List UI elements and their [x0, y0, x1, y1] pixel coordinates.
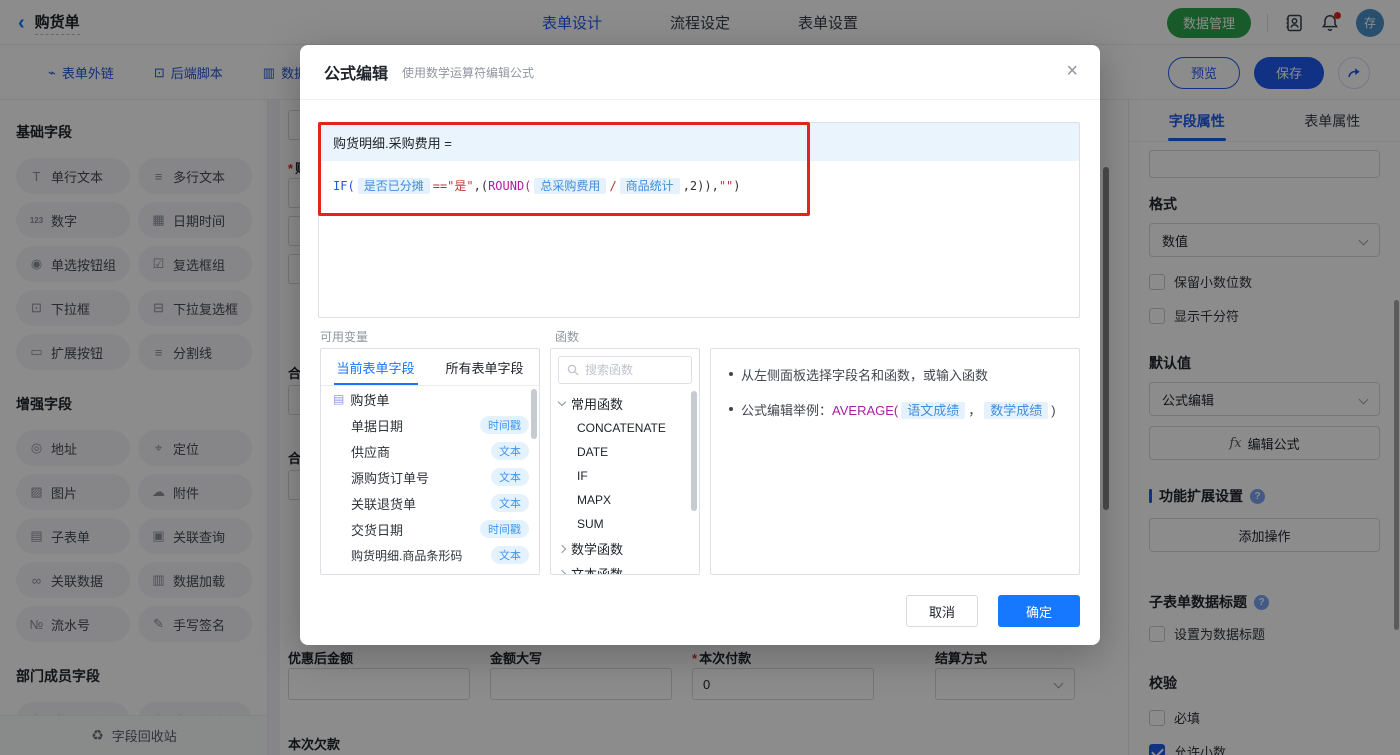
modal-header: 公式编辑 使用数学运算符编辑公式 ×: [300, 45, 1100, 100]
variable-row[interactable]: 源购货订单号 文本: [321, 464, 539, 490]
function-item-if[interactable]: IF: [551, 464, 699, 488]
type-badge: 时间戳: [480, 416, 529, 434]
bullet-icon: [729, 372, 733, 376]
function-group-text[interactable]: 文本函数: [551, 561, 699, 574]
function-keyword: IF(: [333, 179, 355, 193]
example-function: AVERAGE(: [832, 403, 899, 418]
variable-row[interactable]: 购货明细.商品条形码 文本: [321, 542, 539, 568]
type-badge: 时间戳: [480, 520, 529, 538]
function-group-math[interactable]: 数学函数: [551, 536, 699, 561]
punctuation: ,2)),: [682, 179, 719, 193]
string-literal: "是": [447, 179, 474, 193]
field-chip[interactable]: 商品统计: [619, 178, 680, 194]
variable-row[interactable]: 关联退货单 文本: [321, 490, 539, 516]
variable-row[interactable]: 单据日期 时间戳: [321, 412, 539, 438]
functions-zone-label: 函数: [555, 330, 580, 344]
string-literal: "": [718, 179, 734, 193]
variables-tree-root[interactable]: ▤ 购货单: [321, 386, 539, 412]
field-chip[interactable]: 总采购费用: [534, 178, 607, 194]
type-badge: 文本: [491, 494, 529, 512]
type-badge: 文本: [491, 442, 529, 460]
tip-example-line: 公式编辑举例：AVERAGE(语文成绩，数学成绩): [729, 400, 1061, 419]
function-item-mapx[interactable]: MAPX: [551, 488, 699, 512]
modal-title: 公式编辑: [324, 66, 389, 83]
formula-editor[interactable]: 购货明细.采购费用 = IF(是否已分摊 =="是",(ROUND(总采购费用 / 商…: [318, 122, 1080, 318]
formula-target: 购货明细.采购费用 =: [319, 123, 1079, 161]
functions-scrollbar[interactable]: [691, 391, 697, 511]
function-group-common[interactable]: 常用函数: [551, 391, 699, 416]
functions-panel: 常用函数 CONCATENATE DATE IF MAPX SUM 数学函数 文…: [550, 348, 700, 575]
example-field-chip: 数学成绩: [984, 402, 1049, 419]
function-item-sum[interactable]: SUM: [551, 512, 699, 536]
chevron-down-icon: [557, 397, 567, 407]
search-icon: [567, 364, 579, 376]
tip-line: 从左侧面板选择字段名和函数，或输入函数: [729, 365, 1061, 384]
function-item-date[interactable]: DATE: [551, 440, 699, 464]
variables-scrollbar[interactable]: [531, 389, 537, 439]
function-keyword: ROUND(: [488, 179, 532, 193]
close-icon[interactable]: ×: [1066, 61, 1078, 81]
tips-panel: 从左侧面板选择字段名和函数，或输入函数 公式编辑举例：AVERAGE(语文成绩，…: [710, 348, 1080, 575]
operator: ==: [432, 179, 448, 193]
type-badge: 文本: [491, 546, 529, 564]
bullet-icon: [729, 407, 733, 411]
confirm-button[interactable]: 确定: [998, 595, 1080, 627]
cancel-button[interactable]: 取消: [906, 595, 978, 627]
variable-row[interactable]: 供应商 文本: [321, 438, 539, 464]
formula-code[interactable]: IF(是否已分摊 =="是",(ROUND(总采购费用 / 商品统计 ,2)),""): [319, 161, 1079, 210]
punctuation: ,(: [473, 179, 489, 193]
chevron-right-icon: [557, 569, 567, 574]
variables-panel: 当前表单字段 所有表单字段 ▤ 购货单 单据日期 时间戳 供应商 文本 源购货订单号文…: [320, 348, 540, 575]
type-badge: 文本: [491, 468, 529, 486]
example-field-chip: 语文成绩: [901, 402, 966, 419]
variable-row[interactable]: 交货日期 时间戳: [321, 516, 539, 542]
variables-zone-label: 可用变量: [320, 330, 369, 344]
field-chip[interactable]: 是否已分摊: [357, 178, 430, 194]
formula-editor-modal: 公式编辑 使用数学运算符编辑公式 × 购货明细.采购费用 = IF(是否已分摊 =…: [300, 45, 1100, 645]
function-item-concatenate[interactable]: CONCATENATE: [551, 416, 699, 440]
tab-current-form-fields[interactable]: 当前表单字段: [321, 349, 430, 385]
punctuation: ): [733, 179, 741, 193]
operator: /: [609, 179, 617, 193]
modal-subtitle: 使用数学运算符编辑公式: [402, 65, 535, 80]
function-search-box[interactable]: [558, 356, 692, 384]
form-icon: ▤: [333, 392, 345, 406]
tab-all-form-fields[interactable]: 所有表单字段: [430, 349, 539, 385]
chevron-right-icon: [557, 544, 567, 553]
function-search-input[interactable]: [585, 363, 675, 377]
app-root: ‹ 购货单 表单设计 流程设定 表单设置 数据管理 存 ⌁ 表单外链 ⊡ 后端脚…: [0, 0, 1400, 755]
